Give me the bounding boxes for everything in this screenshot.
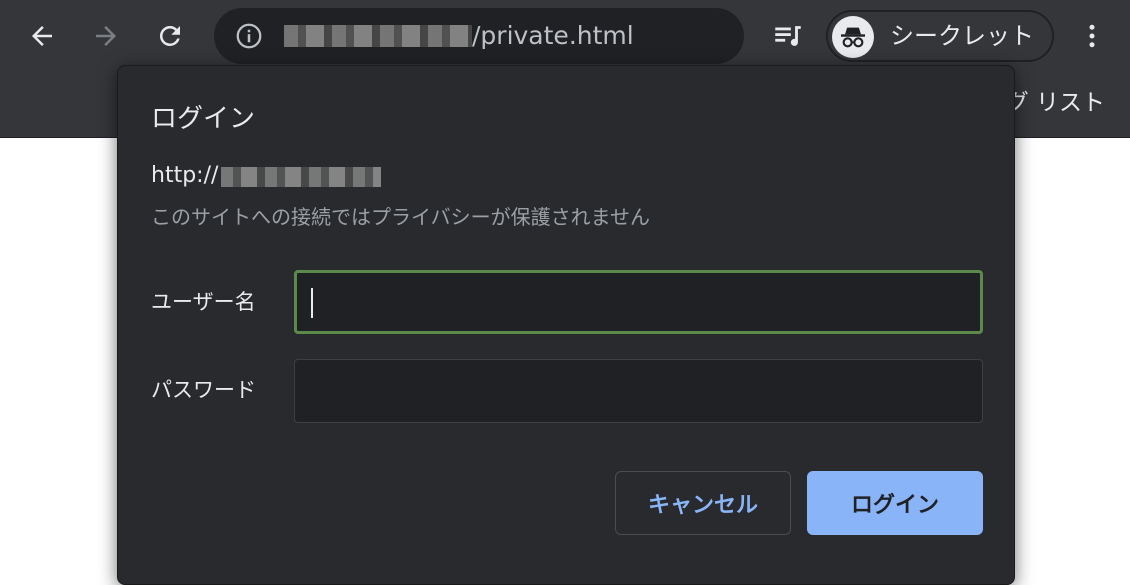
back-button[interactable] (18, 12, 66, 60)
reload-icon (159, 25, 180, 46)
incognito-profile-chip[interactable]: シークレット (826, 10, 1054, 62)
username-field[interactable] (294, 270, 983, 334)
media-queue-icon (775, 26, 801, 46)
site-origin: http:// (151, 163, 219, 188)
privacy-warning: このサイトへの接続ではプライバシーが保護されません (151, 205, 650, 229)
more-vertical-icon (1089, 24, 1095, 48)
text-caret (311, 288, 313, 318)
reading-list-link[interactable]: グ リスト (1006, 72, 1105, 134)
url-path: /private.html (472, 21, 634, 50)
login-dialog: ログイン http:// このサイトへの接続ではプライバシーが保護されません ユ… (117, 65, 1015, 585)
password-field[interactable] (294, 359, 983, 423)
info-icon[interactable] (234, 21, 264, 51)
incognito-avatar (832, 16, 874, 58)
dialog-title: ログイン (151, 104, 256, 134)
incognito-icon (841, 27, 865, 48)
forward-button[interactable] (82, 12, 130, 60)
browser-toolbar: /private.html シークレット (0, 0, 1130, 72)
reading-list-button[interactable] (764, 12, 812, 60)
username-label: ユーザー名 (151, 290, 256, 314)
url-host-redacted (284, 25, 472, 47)
login-button[interactable]: ログイン (807, 471, 983, 535)
password-label: パスワード (151, 378, 256, 402)
back-arrow-icon (32, 26, 52, 46)
incognito-label: シークレット (890, 22, 1034, 50)
cancel-button[interactable]: キャンセル (615, 471, 791, 535)
browser-menu-button[interactable] (1068, 12, 1116, 60)
forward-arrow-icon (96, 26, 116, 46)
reload-button[interactable] (146, 12, 194, 60)
site-origin-redacted (221, 167, 381, 187)
